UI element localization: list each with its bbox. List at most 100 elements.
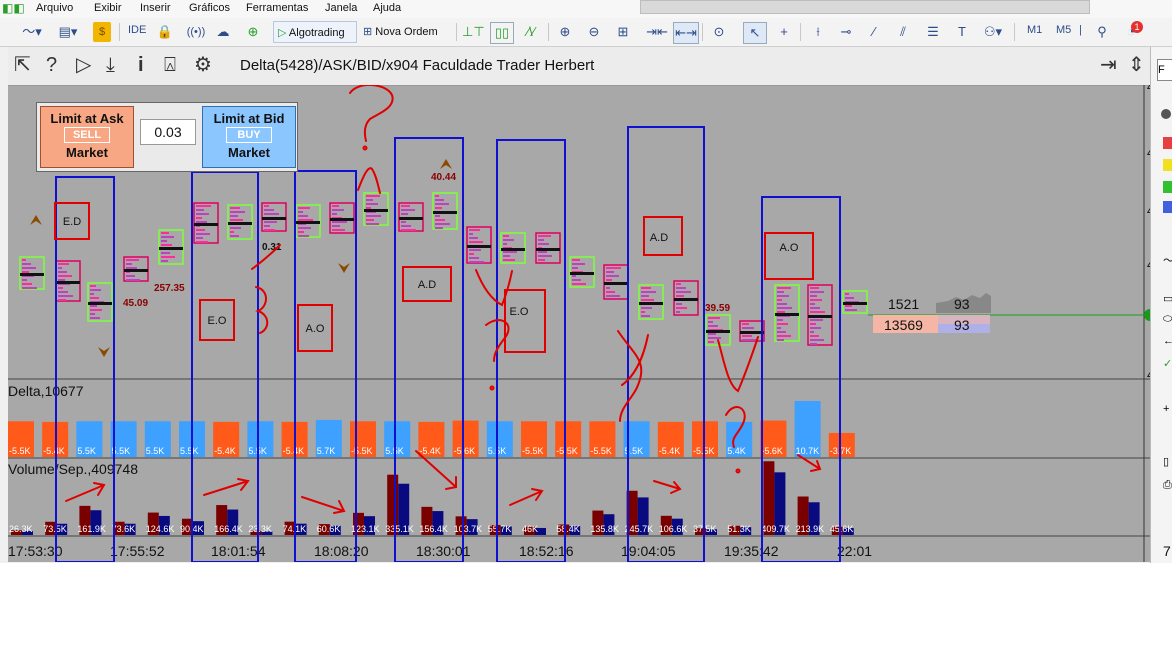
play-outline-icon[interactable]: ▷: [76, 53, 91, 77]
volume-value: 135.8K: [590, 524, 619, 534]
menu-janela[interactable]: Janela: [325, 2, 357, 14]
box-label: A.D: [650, 232, 668, 244]
plus-icon[interactable]: +: [1163, 403, 1169, 415]
print-icon[interactable]: ⎙: [1163, 479, 1172, 492]
crosshair-icon[interactable]: +: [773, 22, 795, 42]
lock-icon[interactable]: 🔒: [155, 22, 175, 42]
footprint-level: [777, 323, 788, 325]
footprint-level: [161, 244, 172, 246]
color-swatch[interactable]: [1163, 181, 1172, 193]
download-icon[interactable]: ⤓: [106, 53, 115, 77]
chart-window: ⇱ ? ▷ ⤓ i ⍓ ⚙ Delta(5428)/ASK/BID/x904 F…: [8, 47, 1150, 562]
color-swatch[interactable]: [1163, 201, 1172, 213]
globe-icon[interactable]: ⊕: [242, 22, 264, 42]
check-icon[interactable]: ✓: [1163, 357, 1172, 370]
footprint-level: [810, 319, 823, 321]
menu-ferramentas[interactable]: Ferramentas: [246, 2, 308, 14]
menu-ajuda[interactable]: Ajuda: [373, 2, 401, 14]
footprint-level: [810, 307, 820, 309]
autoscroll-icon[interactable]: ⇥⇤: [645, 22, 669, 42]
footprint-level: [572, 263, 585, 265]
screenshot-icon[interactable]: ⊙: [708, 22, 730, 42]
footprint-level: [810, 299, 822, 301]
footprint-level: [538, 251, 547, 253]
zoom-in-icon[interactable]: ⊕: [555, 22, 575, 42]
coin-icon[interactable]: $: [93, 22, 111, 42]
cloud-icon[interactable]: ☁: [212, 22, 234, 42]
ellipse-tool-icon[interactable]: ⬭: [1163, 313, 1172, 326]
study-frame: [294, 170, 357, 562]
footprint-level: [810, 303, 815, 305]
grid-icon[interactable]: ⊞: [613, 22, 633, 42]
radio-icon[interactable]: ((•)): [185, 22, 207, 42]
volume-value: 55.7K: [488, 524, 512, 534]
templates-icon[interactable]: ▤▾: [54, 22, 82, 42]
color-swatch[interactable]: [1163, 137, 1172, 149]
fibonacci-icon[interactable]: ☰: [922, 22, 944, 42]
footprint-level: [641, 307, 652, 309]
scroll-icon[interactable]: ⇕: [1128, 53, 1145, 77]
footprint-level: [126, 279, 140, 281]
footprint-level: [366, 195, 380, 197]
footprint-level: [777, 307, 792, 309]
algotrading-button[interactable]: ▷ Algotrading: [273, 21, 357, 43]
scribble-dot: [735, 468, 741, 474]
color-swatch[interactable]: [1163, 159, 1172, 171]
indicator-icon[interactable]: ⍓: [164, 53, 176, 77]
menu-graficos[interactable]: Gráficos: [189, 2, 230, 14]
footprint-level: [196, 233, 210, 235]
horizontal-line-icon[interactable]: ⊸: [836, 22, 856, 42]
scroll-end-icon[interactable]: ⇥: [1100, 53, 1117, 77]
nova-ordem-button[interactable]: ⊞ Nova Ordem: [363, 21, 438, 43]
chart-line-icon[interactable]: 〜▾: [18, 22, 46, 42]
lot-size-input[interactable]: 0.03: [140, 119, 196, 145]
info-icon[interactable]: i: [138, 53, 144, 77]
ide-button[interactable]: IDE: [128, 24, 146, 36]
cursor-icon[interactable]: ↖: [743, 22, 767, 44]
curve-tool-icon[interactable]: 〜: [1163, 252, 1172, 268]
footprint-level: [469, 241, 483, 243]
channel-icon[interactable]: ⫽: [892, 22, 914, 42]
zoom-out-icon[interactable]: ⊖: [584, 22, 604, 42]
text-tool-icon[interactable]: T: [952, 22, 972, 42]
trendline-icon[interactable]: ⁄: [864, 22, 884, 42]
footprint-level: [196, 241, 208, 243]
menu-exibir[interactable]: Exibir: [94, 2, 122, 14]
footprint-level: [708, 325, 718, 327]
footprint-level: [572, 259, 580, 261]
shapes-icon[interactable]: ⚇▾: [978, 22, 1008, 42]
caret-scribble: [357, 167, 381, 194]
search-icon[interactable]: ⚲: [1092, 22, 1112, 42]
scroll-top-icon[interactable]: ⇱: [14, 53, 31, 77]
footprint-level: [161, 240, 167, 242]
settings-icon[interactable]: ⚙: [194, 53, 212, 77]
arrow-left-icon[interactable]: ←: [1163, 335, 1172, 347]
footprint-level: [572, 275, 576, 277]
doc-icon[interactable]: ▯: [1163, 455, 1169, 468]
line-chart-icon[interactable]: ⁄\⁄: [520, 22, 542, 42]
poc-line: [639, 302, 663, 305]
menu-inserir[interactable]: Inserir: [140, 2, 171, 14]
footprint-level: [777, 299, 782, 301]
footprint-level: [538, 259, 545, 261]
timeframe-m1[interactable]: M1: [1027, 24, 1042, 36]
rect-tool-icon[interactable]: ▭: [1163, 292, 1172, 305]
panel-input[interactable]: F: [1157, 59, 1172, 81]
vertical-line-icon[interactable]: ⟊: [808, 22, 828, 42]
help-icon[interactable]: ?: [46, 53, 57, 77]
menu-arquivo[interactable]: Arquivo: [36, 2, 73, 14]
timeframe-m5[interactable]: M5: [1056, 24, 1071, 36]
candles-icon[interactable]: ▯▯: [490, 22, 514, 44]
sell-button[interactable]: Limit at Ask SELL Market: [40, 106, 134, 168]
footprint-level: [676, 295, 684, 297]
volume-value: 23.3K: [248, 524, 272, 534]
footprint-level: [435, 227, 443, 229]
study-frame: [55, 176, 115, 562]
app-candles-icon[interactable]: ◧◧: [2, 1, 25, 15]
chart-shift-icon[interactable]: ⇤⇥: [673, 22, 699, 44]
timeframe-more[interactable]: |: [1079, 24, 1082, 36]
bar-chart-icon[interactable]: ⊥⊤: [462, 22, 485, 42]
poc-line: [228, 222, 252, 225]
footprint-level: [22, 259, 26, 261]
buy-button[interactable]: Limit at Bid BUY Market: [202, 106, 296, 168]
